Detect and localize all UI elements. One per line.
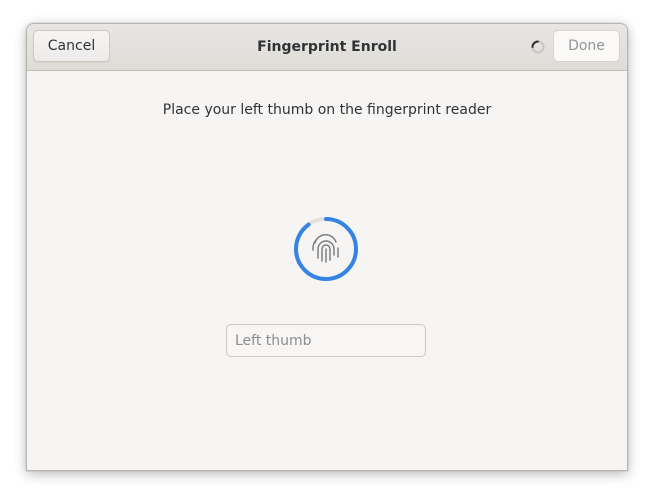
fingerprint-progress bbox=[291, 214, 361, 284]
done-button[interactable]: Done bbox=[553, 30, 620, 62]
cancel-button[interactable]: Cancel bbox=[33, 30, 110, 62]
fingerprint-name-input[interactable] bbox=[226, 324, 426, 357]
header-bar: Cancel Fingerprint Enroll Done bbox=[27, 24, 627, 71]
spinner-icon bbox=[531, 40, 545, 54]
fingerprint-icon bbox=[312, 234, 339, 263]
fingerprint-progress-graphic bbox=[294, 217, 358, 281]
enroll-instruction: Place your left thumb on the fingerprint… bbox=[162, 102, 492, 118]
fingerprint-enroll-dialog: Cancel Fingerprint Enroll Done Place you… bbox=[26, 23, 628, 471]
